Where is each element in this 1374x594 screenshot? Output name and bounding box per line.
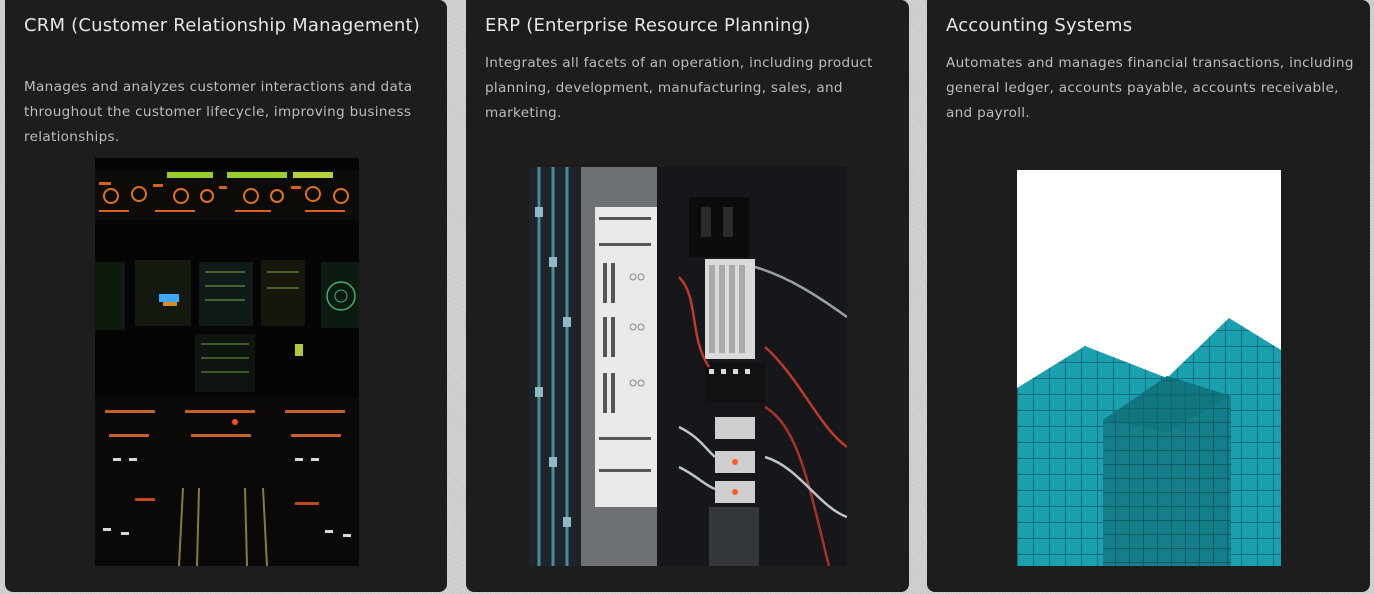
aircraft-cockpit-photo xyxy=(95,158,359,566)
card-title: CRM (Customer Relationship Management) xyxy=(24,15,420,36)
card-description: Manages and analyzes customer interactio… xyxy=(24,79,413,145)
card-description: Automates and manages financial transact… xyxy=(946,55,1354,121)
card-title: Accounting Systems xyxy=(946,15,1133,36)
card-title: ERP (Enterprise Resource Planning) xyxy=(485,15,811,36)
card-crm: CRM (Customer Relationship Management) M… xyxy=(5,0,447,592)
card-description: Integrates all facets of an operation, i… xyxy=(485,55,873,121)
glass-building-photo xyxy=(1017,170,1281,566)
card-erp: ERP (Enterprise Resource Planning) Integ… xyxy=(466,0,909,592)
card-accounting: Accounting Systems Automates and manages… xyxy=(927,0,1370,592)
electrical-panel-photo xyxy=(529,167,847,566)
